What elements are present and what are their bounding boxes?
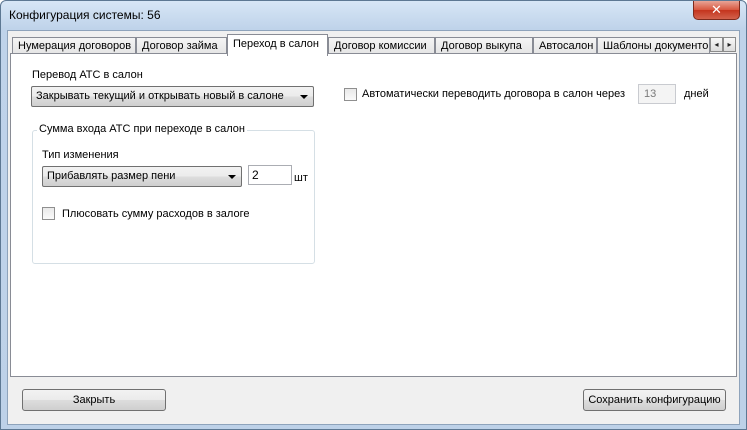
config-window: Конфигурация системы: 56 ✕ Нумерация дог… bbox=[0, 0, 747, 430]
chevron-down-icon bbox=[300, 95, 308, 99]
window-title: Конфигурация системы: 56 bbox=[9, 8, 161, 22]
tab-panel-transfer-to-salon: Перевод АТС в салон Закрывать текущий и … bbox=[10, 53, 737, 377]
close-button[interactable]: Закрыть bbox=[22, 389, 166, 411]
transfer-label: Перевод АТС в салон bbox=[32, 69, 143, 81]
dialog-client-area: Нумерация договоров Договор займа Перехо… bbox=[7, 30, 740, 425]
window-close-button[interactable]: ✕ bbox=[693, 1, 740, 20]
add-expenses-checkbox[interactable] bbox=[42, 207, 55, 220]
auto-transfer-checkbox[interactable] bbox=[344, 88, 357, 101]
days-unit-label: дней bbox=[684, 88, 709, 100]
save-config-button[interactable]: Сохранить конфигурацию bbox=[583, 389, 726, 411]
add-expenses-label: Плюсовать сумму расходов в залоге bbox=[62, 208, 250, 220]
title-bar[interactable]: Конфигурация системы: 56 ✕ bbox=[1, 1, 746, 29]
chevron-left-icon: ◂ bbox=[714, 40, 719, 49]
chevron-down-icon bbox=[228, 175, 236, 179]
count-unit-label: шт bbox=[294, 172, 308, 184]
change-type-select[interactable]: Прибавлять размер пени bbox=[42, 166, 242, 187]
tab-strip: Нумерация договоров Договор займа Перехо… bbox=[10, 34, 738, 56]
auto-transfer-label: Автоматически переводить договора в сало… bbox=[362, 88, 625, 100]
change-type-value: Прибавлять размер пени bbox=[47, 170, 176, 182]
change-type-label: Тип изменения bbox=[42, 149, 119, 161]
tab-scroll-right-button[interactable]: ▸ bbox=[723, 37, 736, 52]
close-icon: ✕ bbox=[711, 2, 722, 17]
transfer-mode-select[interactable]: Закрывать текущий и открывать новый в са… bbox=[31, 86, 314, 107]
entry-sum-group-caption: Сумма входа АТС при переходе в салон bbox=[37, 123, 247, 135]
chevron-right-icon: ▸ bbox=[727, 40, 732, 49]
tab-transfer-to-salon[interactable]: Переход в салон bbox=[227, 34, 328, 56]
count-input[interactable]: 2 bbox=[248, 165, 292, 185]
auto-transfer-days-input[interactable]: 13 bbox=[638, 84, 676, 104]
tab-scroll-left-button[interactable]: ◂ bbox=[710, 37, 723, 52]
transfer-mode-value: Закрывать текущий и открывать новый в са… bbox=[36, 90, 284, 102]
